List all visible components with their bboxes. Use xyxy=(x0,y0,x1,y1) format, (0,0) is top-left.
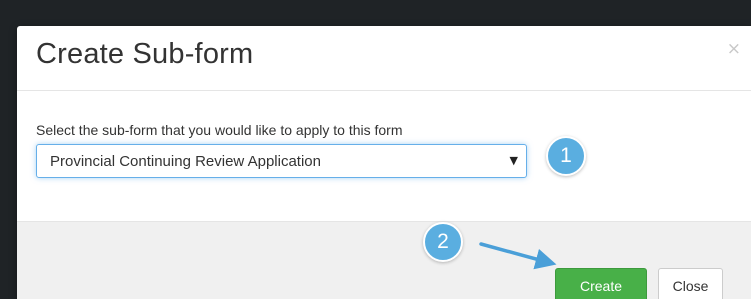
pointer-arrow-icon xyxy=(479,242,557,270)
